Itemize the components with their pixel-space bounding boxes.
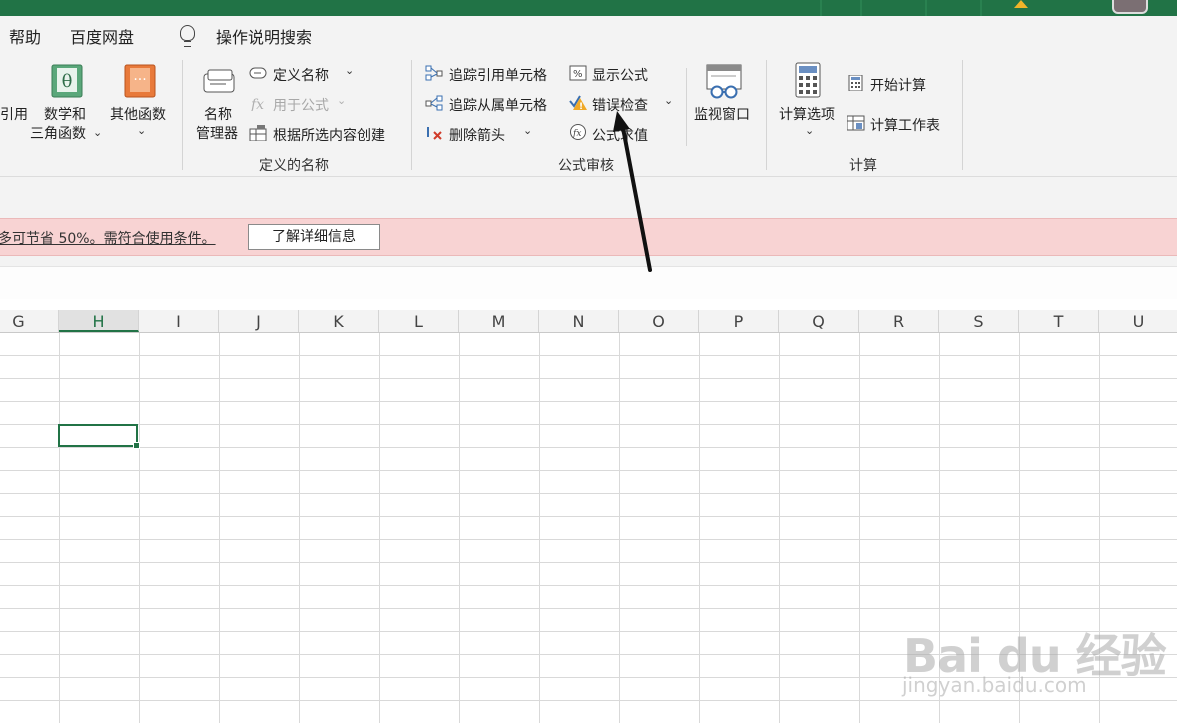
tell-me-search[interactable]: 操作说明搜索 [216, 24, 312, 48]
group-label-defined-names: 定义的名称 [259, 158, 329, 174]
svg-text:···: ··· [133, 72, 146, 88]
column-header-t[interactable]: T [1019, 310, 1099, 332]
group-separator [766, 60, 767, 170]
column-header-m[interactable]: M [459, 310, 539, 332]
evaluate-formula-icon: fx [570, 124, 586, 140]
column-header-r[interactable]: R [859, 310, 939, 332]
error-checking-icon: ! [569, 95, 587, 110]
column-header-q[interactable]: Q [779, 310, 859, 332]
create-from-selection-icon [249, 125, 267, 141]
create-from-selection-label: 根据所选内容创建 [273, 128, 385, 144]
column-header-p[interactable]: P [699, 310, 779, 332]
title-pattern [820, 0, 822, 16]
name-manager-icon [203, 69, 235, 93]
menu-baidu-netdisk[interactable]: 百度网盘 [70, 24, 134, 48]
error-checking-label: 错误检查 [592, 98, 648, 114]
title-pattern [925, 0, 927, 16]
ribbon: 引用 θ 数学和 三角函数 ⌄ ··· 其他函数 ⌄ 名称 管理器 定义名称 ⌄… [0, 54, 1177, 177]
lookup-reference-button[interactable]: 引用 [0, 104, 28, 124]
watermark-url: jingyan.baidu.com [902, 673, 1087, 697]
chevron-down-icon: ⌄ [805, 124, 815, 137]
title-bar [0, 0, 1177, 16]
spacer [0, 256, 1177, 266]
tag-icon [249, 67, 267, 79]
chevron-down-icon: ⌄ [523, 124, 533, 137]
column-header-j[interactable]: J [219, 310, 299, 332]
more-functions-icon: ··· [124, 64, 156, 98]
name-manager-label-1: 名称 [204, 107, 232, 123]
more-functions-label: 其他函数 [110, 107, 166, 123]
group-separator [962, 60, 963, 170]
evaluate-formula-label: 公式求值 [592, 128, 648, 144]
menu-bar: 帮助 百度网盘 操作说明搜索 [0, 16, 1177, 54]
column-header-i[interactable]: I [139, 310, 219, 332]
formula-bar[interactable] [0, 266, 1177, 300]
menu-help[interactable]: 帮助 [9, 24, 41, 48]
math-theta-icon: θ [51, 64, 83, 98]
column-header-row: GHIJKLMNOPQRSTU [0, 310, 1177, 333]
watch-window-icon [706, 64, 742, 99]
trace-dependents-label: 追踪从属单元格 [449, 98, 547, 114]
trace-precedents-icon [425, 65, 443, 81]
chevron-down-icon: ⌄ [337, 94, 347, 107]
math-trig-label-1: 数学和 [44, 107, 86, 123]
group-separator [182, 60, 183, 170]
calculator-icon [795, 62, 821, 98]
message-text-link[interactable]: 多可节省 50%。需符合使用条件。 [0, 228, 216, 248]
lightbulb-icon [180, 25, 195, 47]
math-trig-label-2: 三角函数 [30, 126, 86, 142]
chevron-down-icon: ⌄ [93, 126, 103, 139]
calc-now-label: 开始计算 [870, 78, 926, 94]
remove-arrows-icon [427, 127, 442, 140]
learn-more-button[interactable]: 了解详细信息 [248, 224, 380, 250]
chevron-down-icon: ⌄ [137, 124, 147, 137]
name-manager-label-2: 管理器 [196, 126, 238, 142]
calc-now-icon [848, 75, 863, 91]
chevron-down-icon: ⌄ [664, 94, 674, 107]
trace-dependents-icon [425, 95, 443, 111]
title-pattern [980, 0, 982, 16]
trace-precedents-label: 追踪引用单元格 [449, 68, 547, 84]
calc-options-label: 计算选项 [779, 107, 835, 123]
svg-text:fx: fx [250, 97, 264, 111]
group-separator [411, 60, 412, 170]
group-label-formula-auditing: 公式审核 [558, 158, 614, 174]
column-header-g[interactable]: G [0, 310, 59, 332]
remove-arrows-label: 删除箭头 [449, 128, 505, 144]
fx-icon: fx [250, 97, 264, 111]
avatar[interactable] [1112, 0, 1148, 14]
column-header-s[interactable]: S [939, 310, 1019, 332]
use-in-formula-label: 用于公式 [273, 98, 329, 114]
column-header-h[interactable]: H [59, 310, 139, 332]
define-name-label: 定义名称 [273, 68, 329, 84]
column-header-k[interactable]: K [299, 310, 379, 332]
chevron-down-icon: ⌄ [345, 64, 355, 77]
svg-text:%: % [573, 69, 583, 80]
column-header-o[interactable]: O [619, 310, 699, 332]
group-label-calculation: 计算 [849, 158, 877, 174]
active-cell[interactable] [58, 424, 140, 449]
watch-window-label: 监视窗口 [694, 107, 750, 123]
group-separator [686, 68, 687, 146]
ribbon-spacer [0, 177, 1177, 218]
show-formulas-label: 显示公式 [592, 68, 648, 84]
message-bar: 多可节省 50%。需符合使用条件。 了解详细信息 [0, 218, 1177, 256]
show-formulas-icon: % [569, 65, 587, 81]
svg-text:!: ! [579, 102, 583, 110]
svg-text:θ: θ [62, 71, 73, 92]
column-header-u[interactable]: U [1099, 310, 1177, 332]
calc-sheet-icon [847, 115, 865, 131]
svg-text:fx: fx [572, 129, 581, 139]
spacer [0, 299, 1177, 309]
title-pattern [860, 0, 862, 16]
calc-sheet-label: 计算工作表 [870, 118, 940, 134]
column-header-l[interactable]: L [379, 310, 459, 332]
warning-icon[interactable] [1014, 0, 1028, 8]
column-header-n[interactable]: N [539, 310, 619, 332]
